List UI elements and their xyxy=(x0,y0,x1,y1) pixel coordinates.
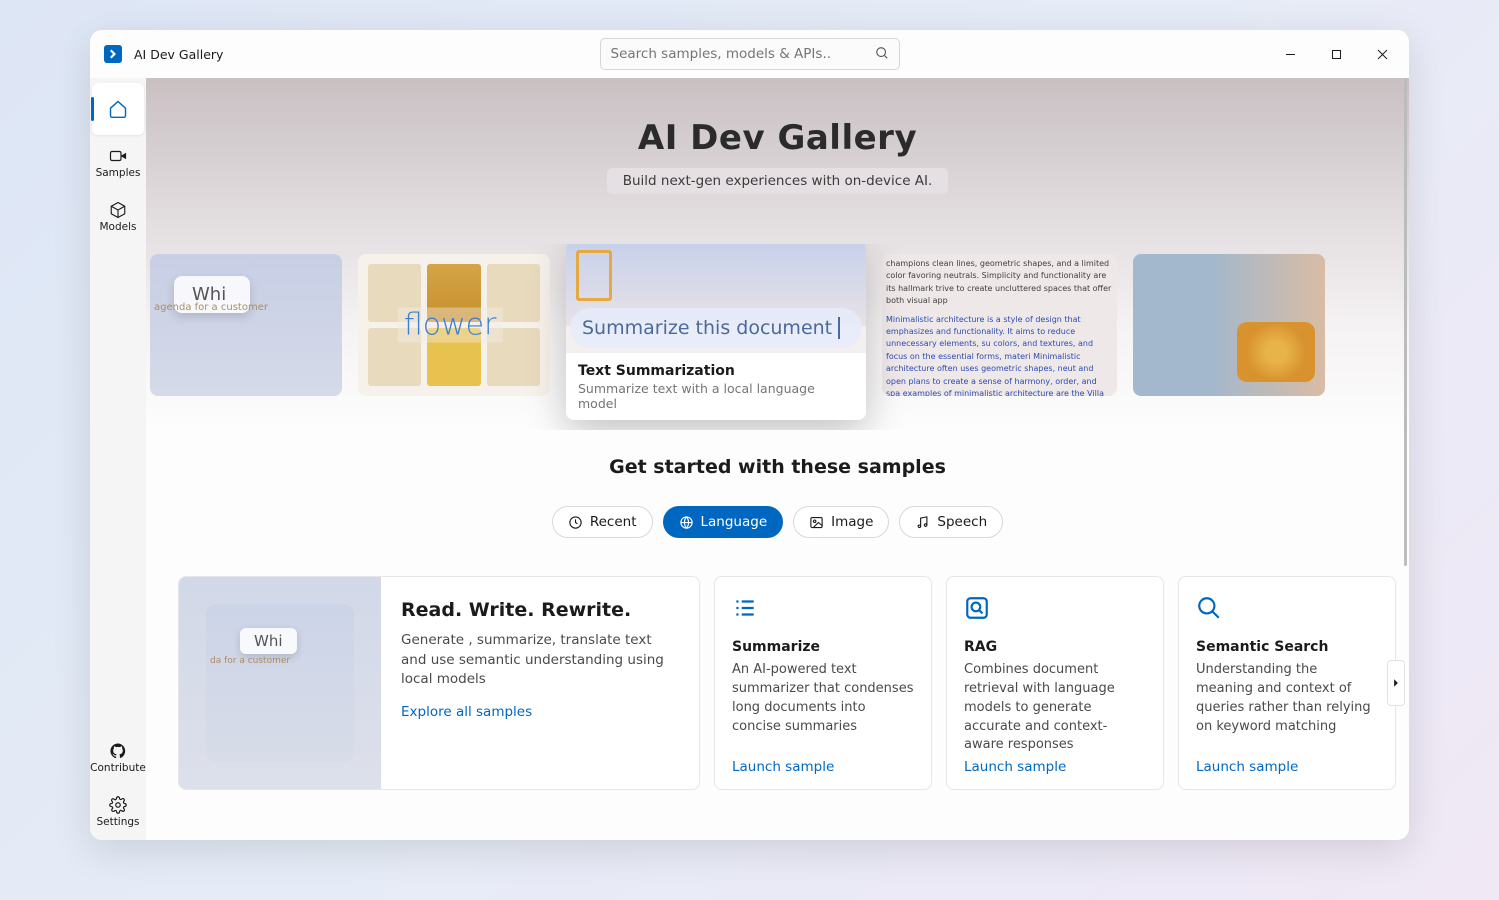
search-icon xyxy=(875,45,889,64)
card-title: Semantic Search xyxy=(1196,639,1378,655)
chevron-right-icon xyxy=(1391,678,1401,688)
card-subtext: agenda for a customer xyxy=(154,302,268,313)
thumb-text: Whi xyxy=(240,628,297,654)
image-icon xyxy=(809,515,824,530)
sample-cards: Whi da for a customer Read. Write. Rewri… xyxy=(146,550,1409,816)
featured-desc: Summarize text with a local language mod… xyxy=(578,381,854,411)
search-box[interactable] xyxy=(600,38,900,70)
gear-icon xyxy=(109,796,127,814)
nav-label: Samples xyxy=(96,167,141,179)
nav-label: Settings xyxy=(96,816,139,828)
carousel-next-button[interactable] xyxy=(1387,660,1405,706)
magnify-icon xyxy=(1196,595,1378,625)
nav-home[interactable] xyxy=(92,83,144,135)
titlebar: AI Dev Gallery xyxy=(90,30,1409,78)
chip-recent[interactable]: Recent xyxy=(552,506,653,538)
carousel-featured-card[interactable]: Summarize this document Text Summarizati… xyxy=(566,244,866,420)
card-desc: Understanding the meaning and context of… xyxy=(1196,661,1378,736)
home-icon xyxy=(108,99,128,119)
content-area: AI Dev Gallery Build next-gen experience… xyxy=(146,78,1409,840)
nav-samples[interactable]: Samples xyxy=(92,137,144,189)
list-icon xyxy=(732,595,914,625)
card-thumbnail: Whi da for a customer xyxy=(179,577,381,789)
samples-icon xyxy=(109,147,127,165)
chip-label: Speech xyxy=(937,514,987,530)
app-icon xyxy=(104,45,122,63)
app-window: AI Dev Gallery Samples xyxy=(90,30,1409,840)
featured-sample-card[interactable]: Whi da for a customer Read. Write. Rewri… xyxy=(178,576,700,790)
sample-card-semantic[interactable]: Semantic Search Understanding the meanin… xyxy=(1178,576,1396,790)
chip-speech[interactable]: Speech xyxy=(899,506,1003,538)
nav-contribute[interactable]: Contribute xyxy=(92,732,144,784)
search-doc-icon xyxy=(964,595,1146,625)
hero-subtitle: Build next-gen experiences with on-devic… xyxy=(607,168,949,194)
github-icon xyxy=(109,742,127,760)
card-title: Read. Write. Rewrite. xyxy=(401,599,679,621)
launch-link[interactable]: Launch sample xyxy=(964,759,1146,775)
category-chips: Recent Language Image Speech xyxy=(178,506,1377,538)
sample-card-rag[interactable]: RAG Combines document retrieval with lan… xyxy=(946,576,1164,790)
close-button[interactable] xyxy=(1359,38,1405,70)
nav-settings[interactable]: Settings xyxy=(92,786,144,838)
card-title: RAG xyxy=(964,639,1146,655)
card-desc: An AI-powered text summarizer that conde… xyxy=(732,661,914,736)
hero-title: AI Dev Gallery xyxy=(146,118,1409,158)
card-desc: Generate , summarize, translate text and… xyxy=(401,631,679,690)
sample-card-summarize[interactable]: Summarize An AI-powered text summarizer … xyxy=(714,576,932,790)
thumb-sub: da for a customer xyxy=(210,656,290,666)
chip-image[interactable]: Image xyxy=(793,506,889,538)
nav-label: Models xyxy=(100,221,137,233)
carousel-card[interactable]: Whi agenda for a customer xyxy=(150,254,342,396)
maximize-button[interactable] xyxy=(1313,38,1359,70)
clock-icon xyxy=(568,515,583,530)
card-tag: flower xyxy=(398,308,503,343)
cube-icon xyxy=(109,201,127,219)
featured-title: Text Summarization xyxy=(578,363,854,379)
window-controls xyxy=(1267,38,1405,70)
carousel-card[interactable]: champions clean lines, geometric shapes,… xyxy=(882,254,1117,396)
launch-link[interactable]: Launch sample xyxy=(1196,759,1378,775)
section-title: Get started with these samples xyxy=(178,456,1377,478)
hero: AI Dev Gallery Build next-gen experience… xyxy=(146,78,1409,430)
language-icon xyxy=(679,515,694,530)
chip-language[interactable]: Language xyxy=(663,506,784,538)
card-desc: Combines document retrieval with languag… xyxy=(964,661,1146,755)
nav-models[interactable]: Models xyxy=(92,191,144,243)
carousel-card[interactable]: flower xyxy=(358,254,550,396)
scrollbar[interactable] xyxy=(1401,78,1407,840)
card-title: Summarize xyxy=(732,639,914,655)
search-input[interactable] xyxy=(611,46,875,62)
carousel-card[interactable] xyxy=(1133,254,1325,396)
chip-label: Recent xyxy=(590,514,637,530)
chip-label: Image xyxy=(831,514,873,530)
app-title: AI Dev Gallery xyxy=(134,47,223,62)
nav-rail: Samples Models Contribute Settings xyxy=(90,78,146,840)
nav-label: Contribute xyxy=(90,762,146,774)
featured-prompt: Summarize this document xyxy=(570,308,862,348)
minimize-button[interactable] xyxy=(1267,38,1313,70)
card-para: Minimalistic architecture is a style of … xyxy=(886,314,1113,396)
card-para: champions clean lines, geometric shapes,… xyxy=(886,258,1113,308)
hero-carousel: Whi agenda for a customer flower Summari… xyxy=(146,244,1409,430)
chip-label: Language xyxy=(701,514,768,530)
music-icon xyxy=(915,515,930,530)
launch-link[interactable]: Launch sample xyxy=(732,759,914,775)
explore-link[interactable]: Explore all samples xyxy=(401,704,532,720)
